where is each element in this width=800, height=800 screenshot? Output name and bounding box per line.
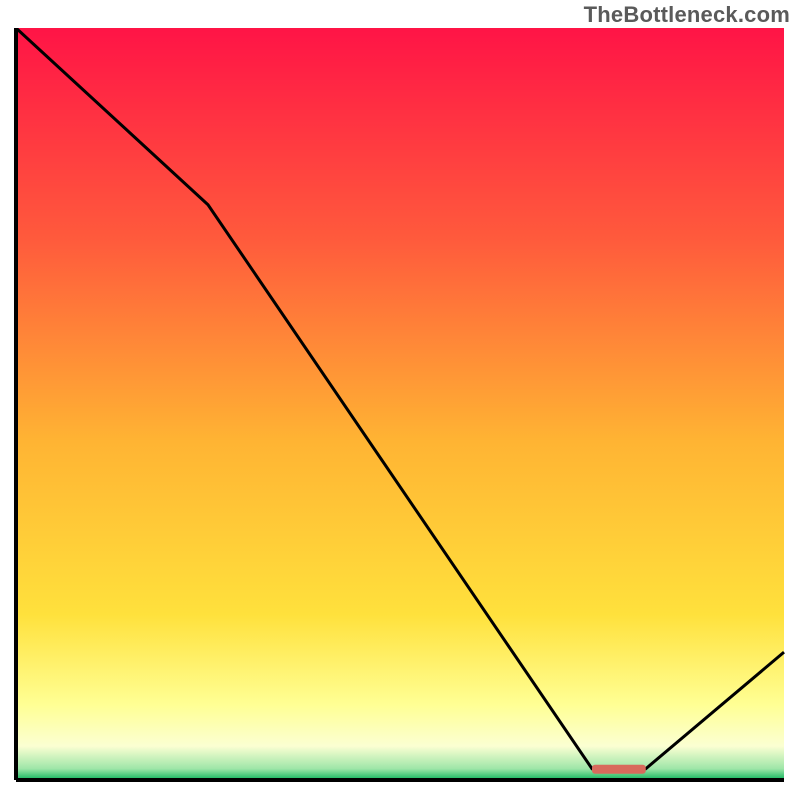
chart-background xyxy=(16,28,784,780)
optimal-range-bar xyxy=(592,765,646,774)
attribution-label: TheBottleneck.com xyxy=(584,2,790,28)
bottleneck-chart xyxy=(12,28,788,788)
chart-stage: TheBottleneck.com xyxy=(0,0,800,800)
